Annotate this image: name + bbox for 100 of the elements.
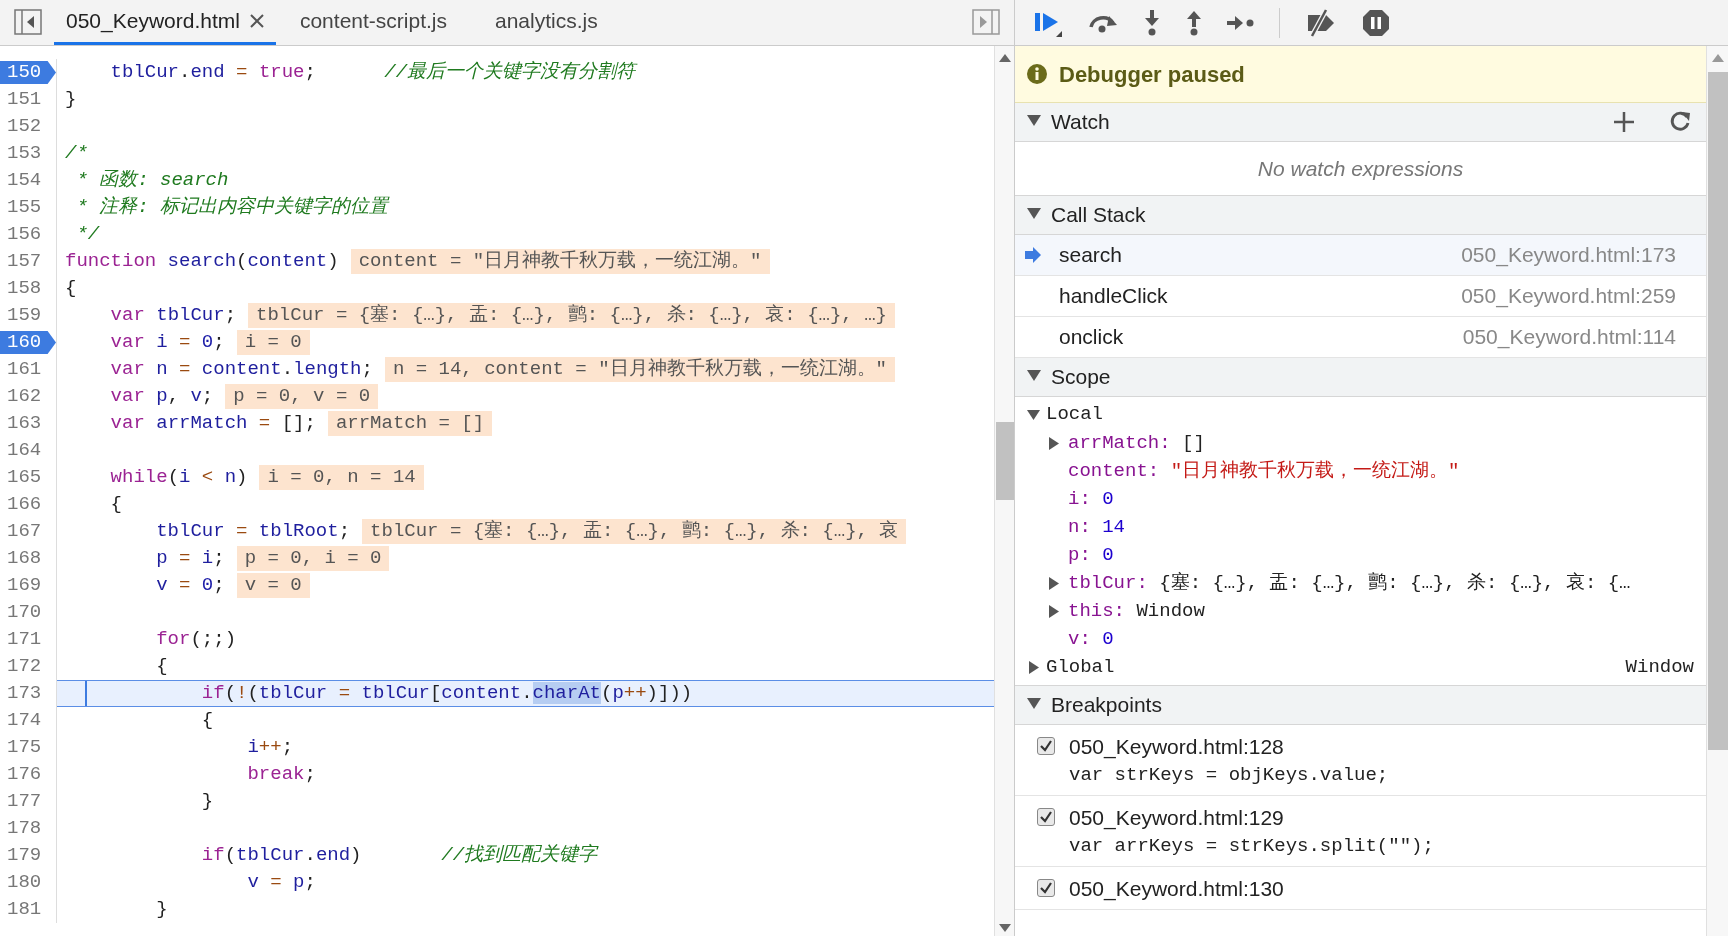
code-token: v xyxy=(247,871,259,893)
line-number[interactable]: 158 xyxy=(0,275,42,302)
line-number[interactable]: 176 xyxy=(0,761,42,788)
checkbox[interactable] xyxy=(1037,879,1055,897)
code-token: []; xyxy=(281,412,316,434)
code-token: end xyxy=(190,61,225,83)
breakpoint-line-number[interactable]: 160 xyxy=(0,331,56,354)
code-token: tblCur xyxy=(110,61,180,83)
code-token: ; xyxy=(361,358,373,380)
code-token: ; xyxy=(281,736,294,758)
code-token: = xyxy=(178,358,192,380)
scope-variable: i: 0 xyxy=(1068,486,1114,512)
caret-icon[interactable] xyxy=(1047,604,1060,618)
code-token: content xyxy=(441,682,522,704)
line-number[interactable]: 151 xyxy=(0,86,42,113)
code-token: = xyxy=(257,412,272,434)
code-token: , xyxy=(167,385,181,407)
editor-tab[interactable]: content-script.js xyxy=(275,0,471,45)
line-number[interactable]: 161 xyxy=(0,356,42,383)
step-out-icon[interactable] xyxy=(1185,9,1203,36)
pause-on-exceptions-icon[interactable] xyxy=(1362,8,1390,37)
code-token: ! xyxy=(236,682,248,704)
navigator-toggle-icon[interactable] xyxy=(14,9,42,35)
line-number[interactable]: 157 xyxy=(0,248,42,275)
caret-icon[interactable] xyxy=(1047,436,1060,450)
scrollbar-thumb[interactable] xyxy=(1707,72,1728,750)
code-token: ; xyxy=(213,547,225,569)
code-token: (;;) xyxy=(190,628,237,650)
line-number[interactable]: 155 xyxy=(0,194,42,221)
line-number[interactable]: 172 xyxy=(0,653,42,680)
scroll-down-icon[interactable] xyxy=(998,924,1011,932)
line-number[interactable]: 180 xyxy=(0,869,42,896)
scope-variable: p: 0 xyxy=(1068,542,1114,568)
scrollbar-thumb[interactable] xyxy=(995,422,1014,500)
line-number[interactable]: 170 xyxy=(0,599,42,626)
code-token: ; xyxy=(213,574,225,596)
step-icon[interactable] xyxy=(1227,13,1255,32)
line-number[interactable]: 177 xyxy=(0,788,42,815)
checkbox[interactable] xyxy=(1037,808,1055,826)
line-number[interactable]: 179 xyxy=(0,842,42,869)
step-into-icon[interactable] xyxy=(1143,9,1161,36)
line-number[interactable]: 171 xyxy=(0,626,42,653)
breakpoint-location[interactable]: 050_Keyword.html:128 xyxy=(1069,733,1389,761)
line-number[interactable]: 168 xyxy=(0,545,42,572)
line-number[interactable]: 178 xyxy=(0,815,42,842)
section-header[interactable]: Watch xyxy=(1015,103,1706,142)
line-number[interactable]: 165 xyxy=(0,464,42,491)
line-number[interactable]: 156 xyxy=(0,221,42,248)
line-number[interactable]: 163 xyxy=(0,410,42,437)
inline-value: arrMatch = [] xyxy=(327,411,493,436)
scope-name[interactable]: Global xyxy=(1046,653,1115,682)
scope-variable[interactable]: arrMatch: [] xyxy=(1068,428,1205,458)
debugger-toggle-icon[interactable] xyxy=(972,9,1000,35)
breakpoint-location[interactable]: 050_Keyword.html:130 xyxy=(1069,875,1284,903)
line-number[interactable]: 153 xyxy=(0,140,42,167)
caret-icon[interactable] xyxy=(1047,576,1060,590)
caret-icon[interactable] xyxy=(1027,661,1040,674)
code-token: arrMatch xyxy=(155,412,248,434)
line-number[interactable]: 159 xyxy=(0,302,42,329)
code-token: ; xyxy=(224,304,237,326)
breakpoint-line-number[interactable]: 150 xyxy=(0,61,56,84)
line-number[interactable]: 174 xyxy=(0,707,42,734)
line-number[interactable]: 164 xyxy=(0,437,42,464)
scope-variable[interactable]: this: Window xyxy=(1068,596,1205,626)
scope-name[interactable]: Local xyxy=(1046,400,1103,429)
section-header[interactable]: Scope xyxy=(1015,358,1706,397)
section-header[interactable]: Call Stack xyxy=(1015,196,1706,235)
scroll-up-icon[interactable] xyxy=(1711,54,1724,62)
line-number[interactable]: 173 xyxy=(0,680,42,707)
line-number[interactable]: 166 xyxy=(0,491,42,518)
code-token: . xyxy=(281,358,294,380)
editor-tab[interactable]: analytics.js xyxy=(471,0,622,45)
code-token: ; xyxy=(304,61,316,83)
code-token: for xyxy=(156,628,191,650)
code-token: content xyxy=(201,358,282,380)
line-number[interactable]: 152 xyxy=(0,113,42,140)
scope-variable[interactable]: tblCur: {塞: {…}, 盂: {…}, 鹯: {…}, 杀: {…}, 哀: {… xyxy=(1068,568,1631,598)
code-token: if xyxy=(201,844,225,866)
line-number[interactable]: 154 xyxy=(0,167,42,194)
add-icon[interactable] xyxy=(1614,112,1634,132)
text-cursor xyxy=(85,681,87,706)
line-number[interactable]: 181 xyxy=(0,896,42,923)
code-token: ; xyxy=(304,871,316,893)
code-token: < xyxy=(200,466,215,488)
section-header[interactable]: Breakpoints xyxy=(1015,686,1706,725)
line-number[interactable]: 167 xyxy=(0,518,42,545)
line-number[interactable]: 175 xyxy=(0,734,42,761)
current-frame-arrow-icon xyxy=(1025,247,1041,263)
refresh-icon[interactable] xyxy=(1670,111,1692,133)
code-token: //最后一个关键字没有分割符 xyxy=(383,61,636,83)
code-token: ; xyxy=(201,385,214,407)
breakpoint-location[interactable]: 050_Keyword.html:129 xyxy=(1069,804,1434,832)
line-number[interactable]: 162 xyxy=(0,383,42,410)
call-stack-frame[interactable]: search 050_Keyword.html:173 xyxy=(1015,235,1706,276)
inline-value: i = 0 xyxy=(236,330,310,355)
caret-icon[interactable] xyxy=(1027,408,1040,421)
scroll-up-icon[interactable] xyxy=(998,54,1011,62)
close-icon[interactable] xyxy=(249,14,264,28)
line-number[interactable]: 169 xyxy=(0,572,42,599)
checkbox[interactable] xyxy=(1037,737,1055,755)
